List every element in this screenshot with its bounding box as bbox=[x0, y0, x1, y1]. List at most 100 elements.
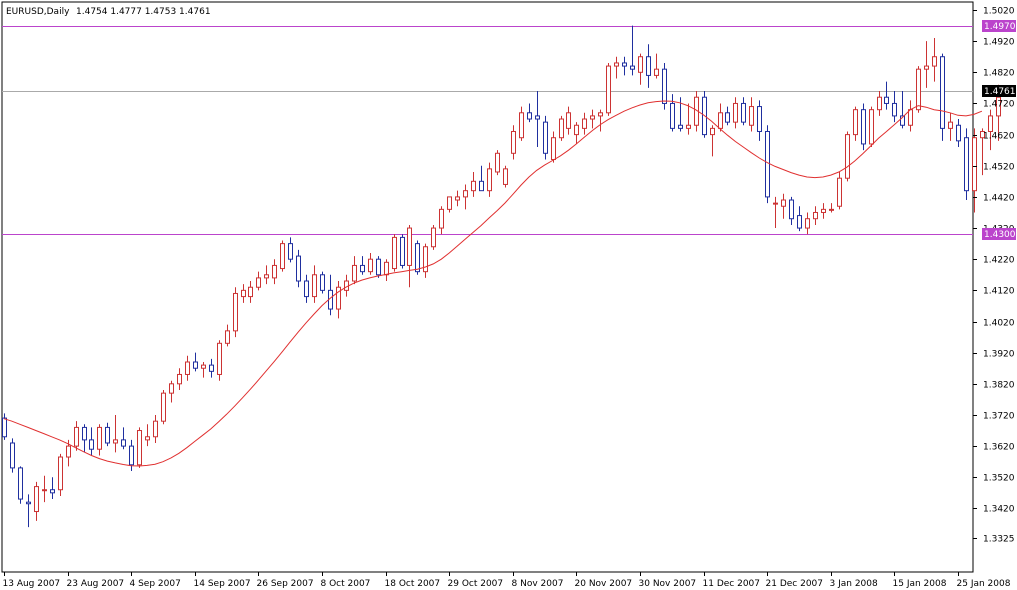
x-tick-label: 21 Dec 2007 bbox=[766, 579, 824, 589]
candle-body bbox=[646, 56, 651, 76]
candle-body bbox=[725, 112, 730, 123]
candle-body bbox=[837, 177, 842, 207]
candle-body bbox=[797, 215, 802, 229]
x-tick-label: 3 Jan 2008 bbox=[830, 579, 878, 589]
candle-body bbox=[233, 292, 238, 332]
candle-body bbox=[97, 426, 102, 450]
candle-body bbox=[105, 426, 110, 444]
candle-body bbox=[312, 274, 317, 298]
candle-body bbox=[932, 56, 937, 67]
candle bbox=[543, 115, 548, 160]
candle-body bbox=[566, 112, 571, 129]
candle-body bbox=[50, 489, 55, 494]
x-tick-label: 25 Jan 2008 bbox=[957, 579, 1011, 589]
candle bbox=[559, 115, 564, 141]
candle-body bbox=[241, 289, 246, 298]
x-tick-label: 30 Nov 2007 bbox=[639, 579, 697, 589]
y-tick-label: 1.4220 bbox=[983, 256, 1015, 266]
x-tick-label: 15 Jan 2008 bbox=[893, 579, 947, 589]
candle-body bbox=[503, 168, 508, 185]
candle-body bbox=[415, 243, 420, 273]
candle-body bbox=[948, 121, 953, 129]
candle-body bbox=[431, 227, 436, 248]
candle-body bbox=[407, 227, 412, 266]
candle-body bbox=[145, 436, 150, 441]
candle-body bbox=[400, 236, 405, 266]
candle-body bbox=[264, 274, 269, 279]
candle-body bbox=[821, 208, 826, 213]
candle-body bbox=[741, 102, 746, 123]
candle-body bbox=[89, 439, 94, 450]
y-tick-label: 1.4620 bbox=[983, 132, 1015, 142]
candle-body bbox=[296, 255, 301, 282]
candle bbox=[503, 165, 508, 188]
candle-body bbox=[193, 361, 198, 369]
candle-body bbox=[129, 445, 134, 466]
candle-body bbox=[718, 112, 723, 129]
y-tick-label: 1.4420 bbox=[983, 194, 1015, 204]
candle bbox=[400, 234, 405, 269]
candle bbox=[662, 62, 667, 110]
candle-body bbox=[582, 118, 587, 129]
y-tick-label: 1.4120 bbox=[983, 287, 1015, 297]
candle-body bbox=[423, 246, 428, 273]
candle-body bbox=[964, 137, 969, 192]
candle-body bbox=[34, 486, 39, 513]
candle-body bbox=[320, 274, 325, 291]
candle bbox=[964, 128, 969, 201]
price-chart[interactable]: 1.5020 1.4920 1.4820 1.4720 1.4620 1.4520 1.44… bbox=[0, 0, 1017, 590]
candle-body bbox=[733, 102, 738, 123]
candle-body bbox=[710, 127, 715, 136]
candle bbox=[280, 240, 285, 272]
candle-body bbox=[169, 383, 174, 394]
candle-body bbox=[845, 134, 850, 179]
candle-body bbox=[185, 361, 190, 375]
candle-body bbox=[248, 286, 253, 298]
candle-body bbox=[511, 130, 516, 154]
candle-body bbox=[42, 489, 47, 492]
candle-body bbox=[487, 168, 492, 192]
candle bbox=[940, 53, 945, 141]
candle-body bbox=[272, 264, 277, 279]
candle-body bbox=[956, 124, 961, 142]
candle-body bbox=[471, 180, 476, 192]
candle bbox=[869, 106, 874, 148]
candle-body bbox=[559, 118, 564, 139]
candle bbox=[495, 150, 500, 176]
candle-body bbox=[590, 115, 595, 120]
candle-body bbox=[606, 65, 611, 114]
chart-title: EURUSD,Daily bbox=[6, 7, 70, 17]
candle-body bbox=[161, 392, 166, 422]
y-tick-label: 1.3620 bbox=[983, 443, 1015, 453]
x-tick-label: 8 Nov 2007 bbox=[512, 579, 564, 589]
candle-body bbox=[201, 364, 206, 369]
candle-body bbox=[662, 68, 667, 104]
candle-body bbox=[360, 264, 365, 273]
candle-body bbox=[757, 106, 762, 132]
y-tick-label: 1.3325 bbox=[983, 535, 1015, 545]
candle-body bbox=[463, 190, 468, 198]
candle-body bbox=[209, 364, 214, 372]
candle-body bbox=[749, 106, 754, 126]
x-tick-label: 4 Sep 2007 bbox=[130, 579, 181, 589]
y-tick-label: 1.5020 bbox=[983, 7, 1015, 17]
x-tick-label: 26 Sep 2007 bbox=[257, 579, 314, 589]
candle-body bbox=[869, 109, 874, 145]
x-tick-label: 14 Sep 2007 bbox=[194, 579, 251, 589]
y-tick-label: 1.4520 bbox=[983, 163, 1015, 173]
candle-body bbox=[884, 96, 889, 104]
candle-body bbox=[177, 373, 182, 385]
candle bbox=[861, 103, 866, 151]
candle-body bbox=[813, 211, 818, 220]
candlestick-chart-svg[interactable]: 1.5020 1.4920 1.4820 1.4720 1.4620 1.4520 1.44… bbox=[0, 0, 1017, 590]
candle bbox=[233, 287, 238, 338]
candle bbox=[988, 109, 993, 151]
x-tick-label: 29 Oct 2007 bbox=[448, 579, 504, 589]
candle-body bbox=[18, 467, 23, 500]
candle-body bbox=[622, 62, 627, 67]
candle bbox=[137, 427, 142, 468]
candle bbox=[217, 340, 222, 381]
x-tick-label: 8 Oct 2007 bbox=[321, 579, 371, 589]
candle-body bbox=[908, 109, 913, 126]
candle-body bbox=[26, 501, 31, 505]
